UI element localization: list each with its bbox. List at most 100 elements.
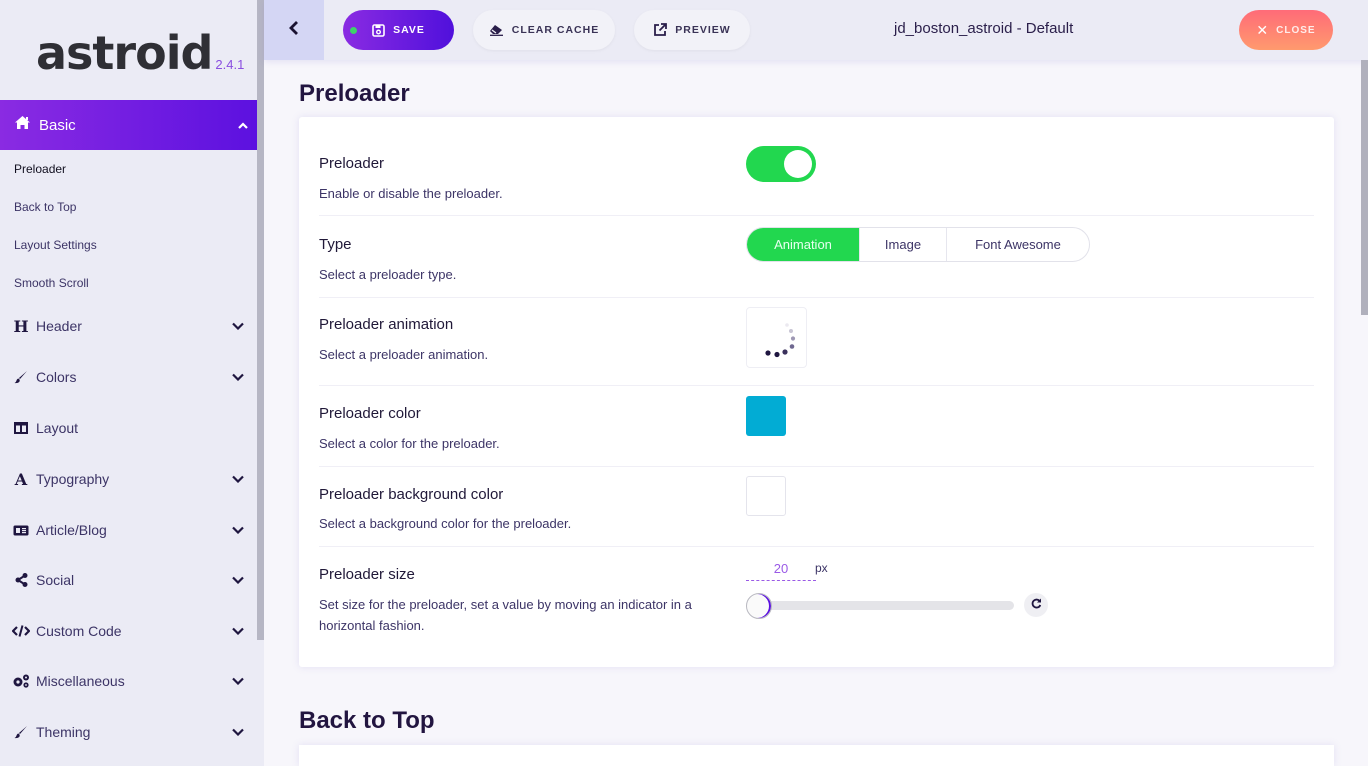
close-label: CLOSE [1276,24,1316,36]
preview-label: PREVIEW [675,24,731,36]
divider [319,215,1314,216]
cogs-icon [12,674,30,688]
chevron-down-icon [231,573,245,587]
preloader-size-input[interactable]: 20 [746,561,816,581]
logo-text: astroid [36,26,213,80]
template-title: jd_boston_astroid - Default [894,20,1074,37]
preloader-toggle[interactable] [746,146,816,182]
sidebar-item-label: Typography [36,471,110,487]
sidebar-item-label: Layout [36,420,79,436]
preloader-bg-color-label: Preloader background color [319,486,504,503]
close-icon: ✕ [1256,21,1270,38]
sidebar-item-custom-code[interactable]: Custom Code [0,611,257,651]
preloader-size-label: Preloader size [319,566,415,583]
sidebar-item-miscellaneous[interactable]: Miscellaneous [0,661,257,701]
preloader-label: Preloader [319,155,385,172]
type-desc: Select a preloader type. [319,267,457,282]
sidebar-item-theming[interactable]: Theming [0,712,257,752]
divider [319,546,1314,547]
eraser-icon [489,24,504,36]
columns-icon [12,422,30,434]
sidebar-item-basic[interactable]: Basic [0,100,264,150]
font-icon: A [14,469,28,489]
page-scrollbar[interactable] [1361,60,1368,315]
preloader-card: Preloader Enable or disable the preloade… [299,117,1334,667]
clear-cache-label: CLEAR CACHE [511,24,600,36]
chevron-down-icon [231,370,245,384]
preloader-size-desc: Set size for the preloader, set a value … [319,597,692,633]
sidebar-scrollbar[interactable] [257,0,264,640]
close-button[interactable]: ✕ CLOSE [1239,10,1333,50]
sidebar-item-label: Custom Code [36,623,122,639]
chevron-down-icon [231,523,245,537]
save-button[interactable]: SAVE [343,10,454,50]
preloader-color-label: Preloader color [319,405,421,422]
brush-icon [12,370,30,384]
sidebar-subitem-back-to-top[interactable]: Back to Top [14,200,76,214]
sidebar-item-typography[interactable]: A Typography [0,459,257,499]
section-title-back-to-top: Back to Top [299,707,435,734]
reset-button[interactable] [1024,593,1048,617]
type-option-font-awesome[interactable]: Font Awesome [946,228,1089,261]
slider-thumb[interactable] [746,593,772,619]
sidebar-subitem-layout-settings[interactable]: Layout Settings [14,238,97,252]
sidebar-item-label: Header [36,318,82,334]
sidebar-item-layout[interactable]: Layout [0,408,257,448]
animation-picker[interactable] [746,307,807,368]
preloader-desc: Enable or disable the preloader. [319,186,503,201]
chevron-down-icon [231,472,245,486]
back-to-top-card [299,745,1334,766]
divider [319,466,1314,467]
code-icon [12,625,30,637]
save-label: SAVE [393,24,425,36]
refresh-icon [1031,596,1042,614]
type-option-animation[interactable]: Animation [747,228,859,261]
clear-cache-button[interactable]: CLEAR CACHE [473,10,615,50]
sidebar-item-social[interactable]: Social [0,560,257,600]
divider [319,385,1314,386]
preview-button[interactable]: PREVIEW [634,10,750,50]
sidebar-item-header[interactable]: H Header [0,306,257,346]
sidebar-item-article-blog[interactable]: Article/Blog [0,510,257,550]
save-icon [372,23,385,37]
topbar: SAVE CLEAR CACHE PREVIEW jd_boston_astro… [264,0,1368,60]
preloader-bg-color-swatch[interactable] [746,476,786,516]
back-button[interactable] [264,0,324,60]
divider [319,297,1314,298]
sidebar-item-label: Theming [36,724,91,740]
chevron-up-icon [236,118,250,132]
external-link-icon [653,23,668,37]
type-option-image[interactable]: Image [859,228,946,261]
chevron-down-icon [231,725,245,739]
heading-icon: H [13,316,29,336]
preloader-color-desc: Select a color for the preloader. [319,436,500,451]
preloader-size-slider[interactable] [756,601,1014,610]
preloader-color-swatch[interactable] [746,396,786,436]
status-dot [350,27,357,34]
sidebar-item-label: Basic [39,116,76,134]
sidebar-item-colors[interactable]: Colors [0,357,257,397]
share-icon [12,573,30,587]
logo: astroid 2.4.1 [36,26,244,80]
sidebar-item-label: Social [36,572,75,588]
brush-icon [12,725,30,739]
version-label: 2.4.1 [215,57,245,72]
sidebar-subitem-smooth-scroll[interactable]: Smooth Scroll [14,276,89,290]
preloader-size-unit: px [815,561,828,575]
home-icon [14,115,31,135]
spinner-dots-icon [765,323,796,358]
section-title-preloader: Preloader [299,80,410,107]
type-segmented-control: Animation Image Font Awesome [746,227,1090,262]
toggle-knob [784,150,812,178]
sidebar-subitem-preloader[interactable]: Preloader [14,162,66,176]
type-label: Type [319,236,352,253]
sidebar-item-label: Miscellaneous [36,673,125,689]
chevron-down-icon [231,319,245,333]
preloader-bg-color-desc: Select a background color for the preloa… [319,516,572,531]
animation-label: Preloader animation [319,316,454,333]
newspaper-icon [12,525,30,536]
chevron-left-icon [289,20,299,41]
sidebar: astroid 2.4.1 Basic Preloader Back to To… [0,0,264,766]
animation-desc: Select a preloader animation. [319,347,489,362]
sidebar-item-label: Article/Blog [36,522,107,538]
